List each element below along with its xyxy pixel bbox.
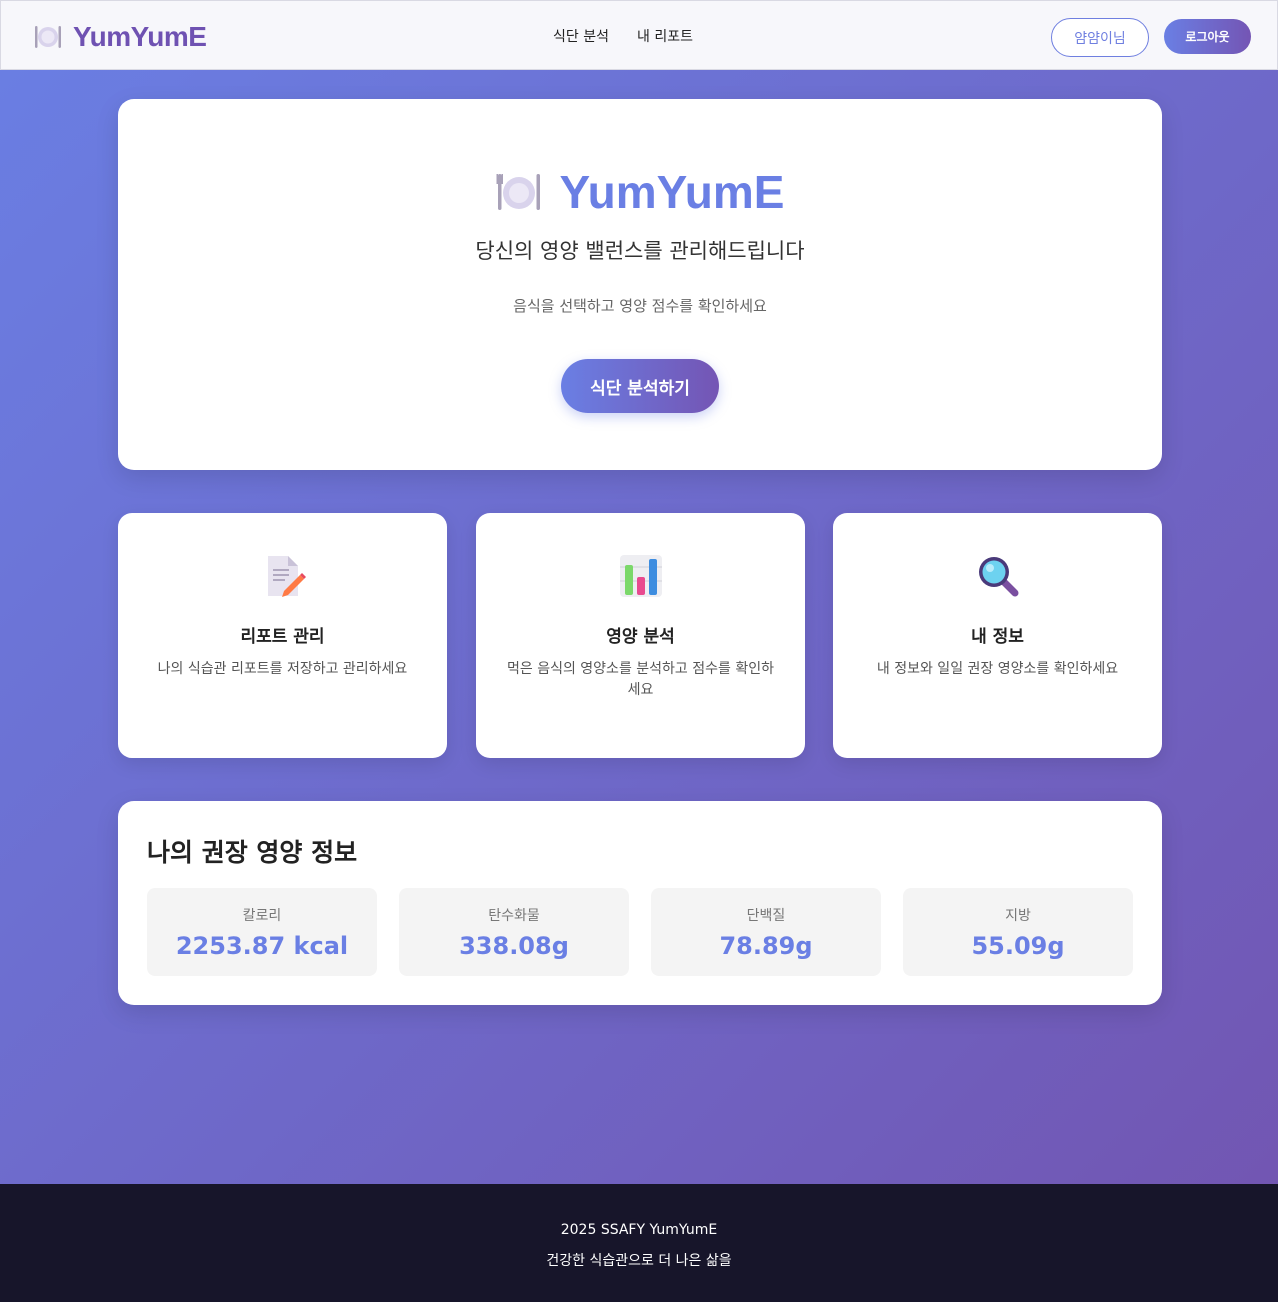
nutrition-item-calories: 칼로리 2253.87 kcal <box>147 888 377 976</box>
footer-slogan: 건강한 식습관으로 더 나은 삶을 <box>546 1253 732 1269</box>
nutrition-item-fat: 지방 55.09g <box>903 888 1133 976</box>
footer-copyright: 2025 SSAFY YumYumE <box>560 1222 718 1238</box>
feature-title: 영양 분석 <box>606 627 675 647</box>
nutrition-value: 78.89g <box>719 932 813 960</box>
feature-card-my-info[interactable]: 내 정보 내 정보와 일일 권장 영양소를 확인하세요 <box>833 513 1162 758</box>
bar-chart-icon <box>619 555 662 597</box>
plate-cutlery-icon <box>496 174 540 210</box>
nutrition-item-protein: 단백질 78.89g <box>651 888 881 976</box>
nutrition-label: 단백질 <box>746 908 786 924</box>
nutrition-label: 칼로리 <box>242 908 282 924</box>
hero-subtitle: 당신의 영양 밸런스를 관리해드립니다 <box>475 239 805 263</box>
hero-card: YumYumE 당신의 영양 밸런스를 관리해드립니다 음식을 선택하고 영양 … <box>118 99 1162 470</box>
nutrition-value: 55.09g <box>971 932 1065 960</box>
user-profile-button[interactable]: 얌얌이님 <box>1051 18 1149 57</box>
feature-card-analysis[interactable]: 영양 분석 먹은 음식의 영양소를 분석하고 점수를 확인하세요 <box>476 513 805 758</box>
logo[interactable]: YumYumE <box>33 19 207 55</box>
hero-title: YumYumE <box>118 165 1162 219</box>
start-analysis-button[interactable]: 식단 분석하기 <box>561 359 719 413</box>
magnifier-icon <box>978 557 1018 597</box>
nutrition-item-carbs: 탄수화물 338.08g <box>399 888 629 976</box>
logout-button[interactable]: 로그아웃 <box>1164 19 1251 54</box>
nutrition-title: 나의 권장 영양 정보 <box>147 838 358 867</box>
logo-text: YumYumE <box>73 21 207 52</box>
page-footer: 2025 SSAFY YumYumE 건강한 식습관으로 더 나은 삶을 <box>0 1184 1278 1302</box>
nutrition-value: 338.08g <box>459 932 569 960</box>
plate-cutlery-icon <box>35 26 61 48</box>
nutrition-label: 지방 <box>1005 908 1031 924</box>
nav-my-report[interactable]: 내 리포트 <box>637 26 693 46</box>
memo-icon <box>267 556 306 597</box>
nutrition-label: 탄수화물 <box>488 908 540 924</box>
top-header: YumYumE 식단 분석 내 리포트 얌얌이님 로그아웃 <box>0 0 1278 70</box>
recommended-nutrition-card: 나의 권장 영양 정보 칼로리 2253.87 kcal 탄수화물 338.08… <box>118 801 1162 1005</box>
nutrition-value: 2253.87 kcal <box>175 932 349 960</box>
main-nav: 식단 분석 내 리포트 <box>553 26 693 46</box>
hero-title-text: YumYumE <box>559 166 785 218</box>
feature-card-report[interactable]: 리포트 관리 나의 식습관 리포트를 저장하고 관리하세요 <box>118 513 447 758</box>
hero-description: 음식을 선택하고 영양 점수를 확인하세요 <box>513 297 767 315</box>
feature-description: 나의 식습관 리포트를 저장하고 관리하세요 <box>157 661 408 677</box>
feature-description: 내 정보와 일일 권장 영양소를 확인하세요 <box>876 661 1119 677</box>
feature-title: 리포트 관리 <box>240 627 325 647</box>
feature-description: 먹은 음식의 영양소를 분석하고 점수를 확인하세요 <box>507 661 774 698</box>
nav-diet-analysis[interactable]: 식단 분석 <box>553 26 609 46</box>
feature-title: 내 정보 <box>971 627 1024 647</box>
